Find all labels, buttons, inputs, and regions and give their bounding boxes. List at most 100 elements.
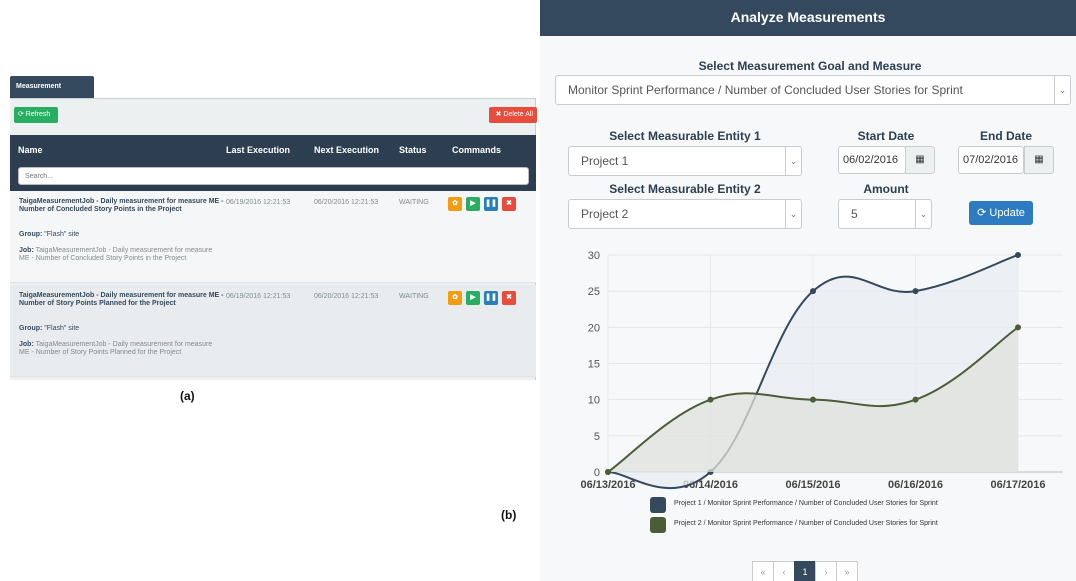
job-value: TaigaMeasurementJob - Daily measurement …: [19, 247, 213, 262]
last-execution-cell: 06/19/2016 12:21:53: [226, 293, 291, 300]
job-group: Group: "Flash" site: [19, 231, 79, 238]
entity2-select[interactable]: Project 2 ⌄: [568, 199, 802, 229]
measurement-chart: 05101520253006/13/2016 06/14/2016 06/15/20…: [580, 250, 1063, 491]
table-row: TaigaMeasurementJob - Daily measurement …: [10, 191, 536, 283]
y-tick-label: 25: [588, 286, 600, 298]
measurement-schedule-tab[interactable]: Measurement Schedule: [10, 76, 94, 112]
entity1-label: Select Measurable Entity 1: [609, 129, 761, 143]
goal-label: Select Measurement Goal and Measure: [698, 59, 922, 73]
table-header: Name Last Execution Next Execution Statu…: [10, 135, 536, 191]
y-tick-label: 20: [588, 322, 600, 334]
x-tick-label: 06/17/2016: [990, 479, 1045, 491]
chevron-down-icon: ⌄: [1054, 76, 1070, 104]
x-tick-label: 06/16/2016: [888, 479, 943, 491]
play-icon[interactable]: ▶: [466, 197, 480, 211]
x-tick-label: 06/15/2016: [785, 479, 840, 491]
series-2-point: [707, 396, 714, 403]
chevron-down-icon: ⌄: [915, 200, 931, 228]
job-description: Job: TaigaMeasurementJob - Daily measure…: [19, 247, 219, 263]
amount-select[interactable]: 5 ⌄: [838, 199, 932, 229]
refresh-button[interactable]: ⟳ Refresh: [14, 107, 58, 123]
entity2-label: Select Measurable Entity 2: [609, 182, 761, 196]
table-row: TaigaMeasurementJob - Daily measurement …: [10, 285, 536, 377]
page-1-button[interactable]: 1: [794, 561, 816, 581]
y-tick-label: 15: [588, 359, 600, 371]
last-execution-cell: 06/19/2016 12:21:53: [226, 199, 291, 206]
group-value: "Flash" site: [42, 325, 80, 332]
entity1-select[interactable]: Project 1 ⌄: [568, 146, 802, 176]
schedule-panel-body: ⟳ Refresh ✖ Delete All Name Last Executi…: [10, 98, 537, 380]
search-input[interactable]: [18, 167, 529, 185]
job-group: Group: "Flash" site: [19, 325, 79, 332]
end-date-label: End Date: [979, 129, 1032, 143]
job-title: TaigaMeasurementJob - Daily measurement …: [19, 292, 224, 307]
calendar-icon[interactable]: ▦: [1024, 146, 1054, 174]
series-1-point: [810, 288, 816, 295]
job-value: TaigaMeasurementJob - Daily measurement …: [19, 341, 213, 356]
entity1-select-value: Project 1: [581, 154, 629, 168]
y-tick-label: 30: [588, 250, 600, 262]
next-execution-cell: 06/20/2016 12:21:53: [314, 199, 379, 206]
column-header-commands: Commands: [452, 145, 502, 155]
job-label: Job:: [19, 341, 34, 348]
legend-label: Project 2 / Monitor Sprint Performance /…: [674, 520, 938, 527]
entity2-select-value: Project 2: [581, 207, 629, 221]
y-tick-label: 0: [594, 467, 600, 479]
delete-icon[interactable]: ✖: [502, 291, 516, 305]
page-next-button[interactable]: ›: [815, 561, 837, 581]
chevron-down-icon: ⌄: [785, 147, 801, 175]
play-icon[interactable]: ▶: [466, 291, 480, 305]
pause-icon[interactable]: ❚❚: [484, 197, 498, 211]
column-header-next-execution[interactable]: Next Execution: [314, 145, 379, 155]
status-cell: WAITING: [399, 199, 429, 206]
group-value: "Flash" site: [42, 231, 80, 238]
column-header-last-execution[interactable]: Last Execution: [226, 145, 290, 155]
delete-icon[interactable]: ✖: [502, 197, 516, 211]
page-last-button[interactable]: »: [836, 561, 858, 581]
update-button[interactable]: ⟳ Update: [969, 201, 1033, 225]
series-2-point: [605, 469, 611, 475]
legend-swatch: [650, 517, 666, 533]
series-2-point: [912, 396, 919, 403]
measurement-schedule-panel: Measurement Schedule ⟳ Refresh ✖ Delete …: [0, 0, 540, 403]
page-title: Analyze Measurements: [540, 0, 1076, 36]
caption-a: (a): [180, 389, 195, 403]
legend-label: Project 1 / Monitor Sprint Performance /…: [674, 500, 938, 507]
gear-icon[interactable]: ✿: [448, 197, 462, 211]
column-header-status[interactable]: Status: [399, 145, 427, 155]
y-tick-label: 5: [594, 431, 600, 443]
gear-icon[interactable]: ✿: [448, 291, 462, 305]
analyze-measurements-panel: Analyze Measurements Select Measurement …: [540, 0, 1076, 581]
job-label: Job:: [19, 247, 34, 254]
caption-b: (b): [501, 508, 517, 522]
group-label: Group:: [19, 325, 43, 332]
series-2-point: [810, 396, 816, 403]
next-execution-cell: 06/20/2016 12:21:53: [314, 293, 379, 300]
series-2-point: [1015, 324, 1021, 331]
goal-select-value: Monitor Sprint Performance / Number of C…: [568, 83, 963, 97]
series-1-point: [1015, 252, 1021, 258]
start-date-input[interactable]: 06/02/2016: [838, 146, 906, 174]
status-cell: WAITING: [399, 293, 429, 300]
series-1-point: [912, 288, 919, 295]
amount-select-value: 5: [851, 207, 858, 221]
end-date-input[interactable]: 07/02/2016: [958, 146, 1024, 174]
y-tick-label: 10: [588, 395, 600, 407]
calendar-icon[interactable]: ▦: [905, 146, 935, 174]
start-date-label: Start Date: [857, 129, 915, 143]
page-prev-button[interactable]: ‹: [773, 561, 795, 581]
legend-swatch: [650, 497, 666, 513]
job-title: TaigaMeasurementJob - Daily measurement …: [19, 198, 224, 213]
goal-select[interactable]: Monitor Sprint Performance / Number of C…: [555, 75, 1071, 105]
group-label: Group:: [19, 231, 43, 238]
page-first-button[interactable]: «: [752, 561, 774, 581]
chevron-down-icon: ⌄: [785, 200, 801, 228]
x-tick-label: 06/13/2016: [580, 479, 635, 491]
pause-icon[interactable]: ❚❚: [484, 291, 498, 305]
command-buttons: ✿ ▶ ❚❚ ✖: [448, 291, 528, 307]
job-description: Job: TaigaMeasurementJob - Daily measure…: [19, 341, 219, 357]
command-buttons: ✿ ▶ ❚❚ ✖: [448, 197, 528, 213]
delete-all-button[interactable]: ✖ Delete All: [489, 107, 537, 123]
amount-label: Amount: [863, 182, 909, 196]
column-header-name[interactable]: Name: [18, 145, 43, 155]
